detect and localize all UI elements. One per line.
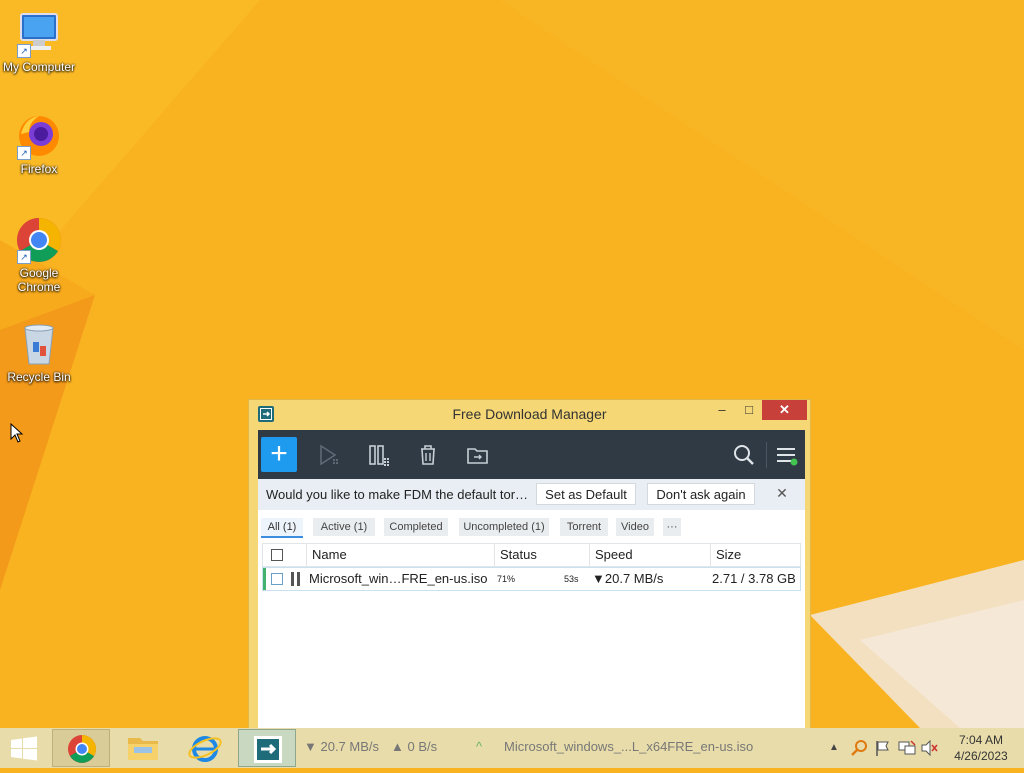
desktop-icon-firefox[interactable]: ↗ Firefox <box>0 112 78 176</box>
fdm-client-area: + Would you like to make FDM the default… <box>258 430 805 735</box>
column-header-size[interactable]: Size <box>711 544 800 566</box>
table-header: Name Status Speed Size <box>262 543 801 567</box>
download-progress-percent: 71% <box>497 574 516 584</box>
taskbar-internet-explorer[interactable] <box>176 729 234 767</box>
pause-download-icon[interactable] <box>290 571 302 593</box>
move-folder-icon[interactable] <box>465 442 491 468</box>
recycle-bin-icon <box>15 320 63 368</box>
toolbar: + <box>258 430 805 479</box>
desktop-icon-label: Firefox <box>20 162 58 176</box>
resume-icon[interactable] <box>316 442 342 468</box>
default-torrent-notification: Would you like to make FDM the default t… <box>258 479 805 510</box>
select-all-cell <box>263 544 307 566</box>
clock-time: 7:04 AM <box>958 733 1004 747</box>
internet-explorer-icon <box>188 736 222 762</box>
add-download-button[interactable]: + <box>261 437 297 472</box>
desktop-icon-recycle-bin[interactable]: Recycle Bin <box>0 320 78 384</box>
filter-completed[interactable]: Completed <box>384 518 448 536</box>
progress-indicator <box>263 568 266 590</box>
filter-more-button[interactable]: ··· <box>663 518 681 536</box>
clock-date: 4/26/2023 <box>954 749 1008 763</box>
column-header-speed[interactable]: Speed <box>590 544 711 566</box>
filter-bar: All (1) Active (1) Completed Uncompleted… <box>258 516 805 538</box>
fdm-window: Free Download Manager – □ ✕ + Would you … <box>248 399 811 735</box>
desktop-icon-label: Google Chrome <box>17 266 61 294</box>
dont-ask-again-button[interactable]: Don't ask again <box>647 483 755 505</box>
maximize-button[interactable]: □ <box>736 400 762 420</box>
fdm-app-icon <box>254 736 282 763</box>
chrome-icon <box>68 735 96 763</box>
taskbar-chrome[interactable] <box>52 729 110 767</box>
minimize-button[interactable]: – <box>709 400 735 420</box>
taskbar: ▼ 20.7 MB/s ▲ 0 B/s ^ Microsoft_windows_… <box>0 728 1024 768</box>
filter-video[interactable]: Video <box>616 518 654 536</box>
desktop-icon-my-computer[interactable]: ↗ My Computer <box>0 10 78 74</box>
shortcut-arrow-icon: ↗ <box>17 146 31 160</box>
desktop-icon-label: My Computer <box>2 60 76 74</box>
taskbar-file-explorer[interactable] <box>114 729 172 767</box>
taskbar-expand-icon[interactable]: ^ <box>476 739 482 754</box>
system-clock[interactable]: 7:04 AM 4/26/2023 <box>945 732 1017 764</box>
taskbar-download-speed: ▼ 20.7 MB/s <box>304 739 380 754</box>
row-checkbox[interactable] <box>271 573 283 585</box>
download-size: 2.71 / 3.78 GB <box>712 571 796 586</box>
column-header-name[interactable]: Name <box>307 544 495 566</box>
download-eta: 53s <box>564 574 579 584</box>
download-speed: ▼20.7 MB/s <box>592 571 664 586</box>
start-button[interactable] <box>0 729 48 767</box>
desktop-icon-google-chrome[interactable]: ↗ Google Chrome <box>0 216 78 294</box>
network-icon[interactable] <box>897 739 917 760</box>
show-hidden-icons-button[interactable]: ▲ <box>829 742 839 753</box>
select-all-checkbox[interactable] <box>271 549 283 561</box>
table-row[interactable]: Microsoft_win…FRE_en-us.iso 71% 53s ▼20.… <box>262 567 801 591</box>
filter-uncompleted[interactable]: Uncompleted (1) <box>459 518 549 536</box>
chrome-icon: ↗ <box>15 216 63 264</box>
downloads-table: Name Status Speed Size Microsoft_win…FRE… <box>262 543 801 591</box>
notification-text: Would you like to make FDM the default t… <box>266 487 529 502</box>
notification-close-icon[interactable]: ✕ <box>774 485 790 501</box>
desktop-icon-label: Recycle Bin <box>7 370 71 384</box>
mouse-cursor-icon <box>10 422 24 448</box>
download-name: Microsoft_win…FRE_en-us.iso <box>309 571 488 586</box>
computer-icon: ↗ <box>15 10 63 58</box>
delete-icon[interactable] <box>415 442 441 468</box>
filter-active[interactable]: Active (1) <box>313 518 375 536</box>
folder-icon <box>128 738 158 760</box>
filter-torrent[interactable]: Torrent <box>560 518 608 536</box>
taskbar-fdm[interactable] <box>238 729 296 767</box>
column-header-status[interactable]: Status <box>495 544 590 566</box>
pause-icon[interactable] <box>366 442 392 468</box>
menu-icon[interactable] <box>773 442 799 468</box>
search-icon[interactable] <box>731 442 757 468</box>
firefox-icon: ↗ <box>15 112 63 160</box>
taskbar-upload-speed: ▲ 0 B/s <box>391 739 438 754</box>
volume-muted-icon[interactable] <box>920 739 940 760</box>
filter-all[interactable]: All (1) <box>261 518 303 538</box>
shortcut-arrow-icon: ↗ <box>17 44 31 58</box>
taskbar-current-file: Microsoft_windows_...L_x64FRE_en-us.iso <box>504 739 754 754</box>
close-button[interactable]: ✕ <box>762 400 807 420</box>
title-bar[interactable]: Free Download Manager – □ ✕ <box>249 400 810 428</box>
set-as-default-button[interactable]: Set as Default <box>536 483 636 505</box>
shortcut-arrow-icon: ↗ <box>17 250 31 264</box>
search-tray-icon[interactable] <box>850 739 868 760</box>
toolbar-separator <box>766 442 767 468</box>
action-center-flag-icon[interactable] <box>874 739 892 760</box>
